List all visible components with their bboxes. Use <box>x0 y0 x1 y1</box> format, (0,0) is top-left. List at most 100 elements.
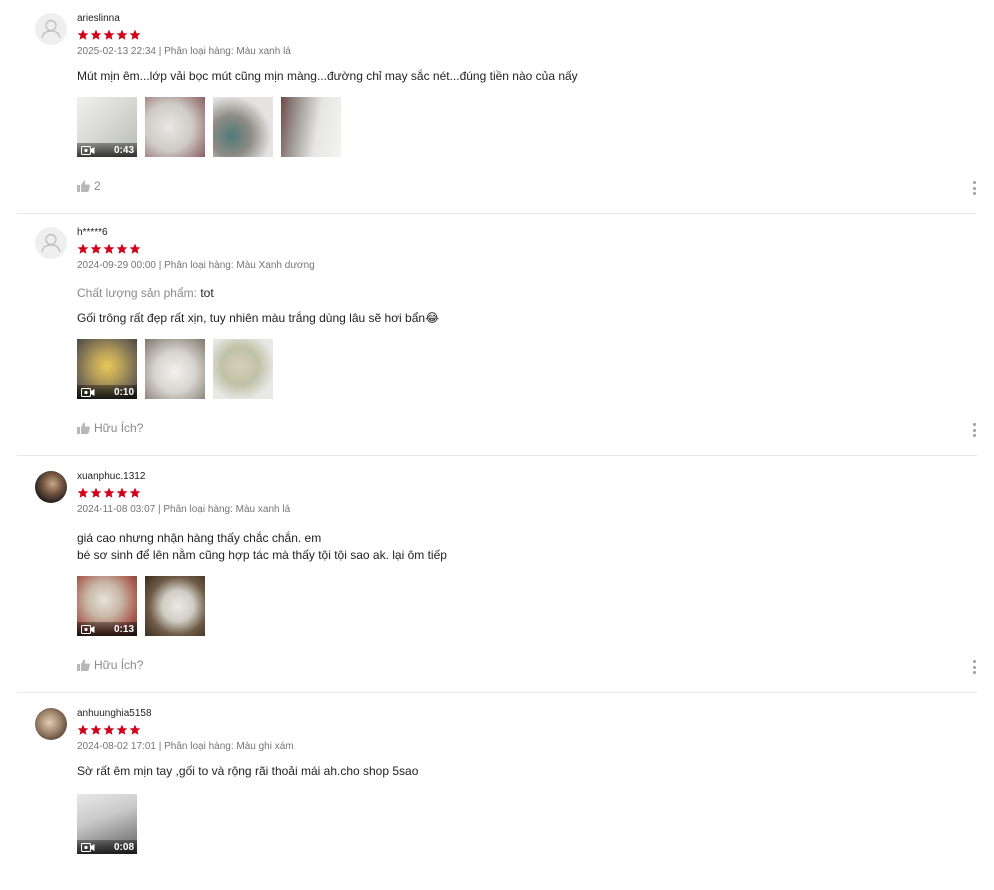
star-icon <box>116 724 128 735</box>
more-vertical-icon[interactable] <box>971 423 977 437</box>
review-photo-thumbnail[interactable] <box>213 339 273 399</box>
review-media: 0:13 <box>77 576 977 636</box>
star-icon <box>90 243 102 254</box>
review-video-thumbnail[interactable]: 0:10 <box>77 339 137 399</box>
review-photo-thumbnail[interactable] <box>145 576 205 636</box>
review-text-line: Sờ rất êm mịn tay ,gối to và rộng rãi th… <box>77 764 419 778</box>
star-icon <box>116 243 128 254</box>
thumbs-up-icon <box>77 659 90 671</box>
star-icon <box>90 487 102 498</box>
star-icon <box>103 487 115 498</box>
review-meta: 2024-11-08 03:07 | Phân loại hàng: Màu x… <box>77 504 291 515</box>
review-item: xuanphuc.1312 2024-11-08 03:07 | Phân lo… <box>17 456 977 693</box>
like-count: 2 <box>94 179 101 193</box>
star-rating <box>77 29 977 41</box>
star-icon <box>77 724 89 735</box>
review-media: 0:10 <box>77 339 977 399</box>
avatar[interactable] <box>35 471 67 503</box>
video-duration: 0:43 <box>113 144 134 156</box>
like-button[interactable]: 2 <box>77 179 101 193</box>
video-duration: 0:13 <box>113 623 134 635</box>
video-bar: 0:43 <box>77 143 137 157</box>
star-icon <box>129 487 141 498</box>
review-text-line: giá cao nhưng nhận hàng thấy chắc chắn. … <box>77 531 322 545</box>
review-body: arieslinna 2025-02-13 22:34 | Phân loại … <box>77 13 977 199</box>
star-icon <box>90 724 102 735</box>
review-photo-thumbnail[interactable] <box>145 339 205 399</box>
quality-value: tot <box>200 286 214 300</box>
review-item: arieslinna 2025-02-13 22:34 | Phân loại … <box>17 0 977 214</box>
review-photo-thumbnail[interactable] <box>213 97 273 157</box>
username[interactable]: anhuunghia5158 <box>77 708 977 720</box>
star-icon <box>77 243 89 254</box>
avatar[interactable] <box>35 708 67 740</box>
helpful-button[interactable]: Hữu Ích? <box>77 658 143 672</box>
review-body: anhuunghia5158 2024-08-02 17:01 | Phân l… <box>77 708 977 854</box>
review-meta: 2024-09-29 00:00 | Phân loại hàng: Màu X… <box>77 260 315 271</box>
review-meta: 2024-08-02 17:01 | Phân loại hàng: Màu g… <box>77 741 294 752</box>
video-duration: 0:08 <box>113 841 134 853</box>
helpful-label: Hữu Ích? <box>94 658 144 672</box>
video-camera-icon <box>81 624 95 634</box>
thumbs-up-icon <box>77 180 90 192</box>
review-video-thumbnail[interactable]: 0:13 <box>77 576 137 636</box>
review-photo-thumbnail[interactable] <box>281 97 341 157</box>
avatar[interactable] <box>35 13 67 45</box>
quality-label: Chất lượng sản phẩm: <box>77 286 197 300</box>
star-icon <box>103 29 115 40</box>
review-text: Mút mịn êm...lớp vải bọc mút cũng mịn mà… <box>77 68 977 85</box>
user-icon <box>41 19 61 39</box>
review-text: Gối trông rất đẹp rất xịn, tuy nhiên màu… <box>77 310 977 327</box>
product-quality-field: Chất lượng sản phẩm: tot <box>77 286 977 300</box>
video-bar: 0:13 <box>77 622 137 636</box>
star-icon <box>129 29 141 40</box>
review-text-line: Gối trông rất đẹp rất xịn, tuy nhiên màu… <box>77 311 440 325</box>
helpful-button[interactable]: Hữu Ích? <box>77 421 143 435</box>
review-video-thumbnail[interactable]: 0:08 <box>77 794 137 854</box>
username[interactable]: h*****6 <box>77 227 977 239</box>
star-rating <box>77 487 977 499</box>
star-icon <box>103 724 115 735</box>
review-video-thumbnail[interactable]: 0:43 <box>77 97 137 157</box>
star-icon <box>116 29 128 40</box>
review-item: h*****6 2024-09-29 00:00 | Phân loại hàn… <box>17 214 977 456</box>
username[interactable]: arieslinna <box>77 13 977 25</box>
star-icon <box>90 29 102 40</box>
review-text: giá cao nhưng nhận hàng thấy chắc chắn. … <box>77 530 977 564</box>
video-camera-icon <box>81 842 95 852</box>
avatar[interactable] <box>35 227 67 259</box>
video-camera-icon <box>81 387 95 397</box>
star-icon <box>77 487 89 498</box>
star-icon <box>129 243 141 254</box>
review-footer: Hữu Ích? <box>77 421 977 441</box>
review-body: xuanphuc.1312 2024-11-08 03:07 | Phân lo… <box>77 471 977 678</box>
review-item: anhuunghia5158 2024-08-02 17:01 | Phân l… <box>17 693 977 854</box>
star-icon <box>129 724 141 735</box>
video-camera-icon <box>81 145 95 155</box>
thumbs-up-icon <box>77 422 90 434</box>
star-icon <box>103 243 115 254</box>
review-list: arieslinna 2025-02-13 22:34 | Phân loại … <box>0 0 994 854</box>
review-meta: 2025-02-13 22:34 | Phân loại hàng: Màu x… <box>77 46 291 57</box>
review-photo-thumbnail[interactable] <box>145 97 205 157</box>
star-rating <box>77 724 977 736</box>
review-footer: Hữu Ích? <box>77 658 977 678</box>
video-duration: 0:10 <box>113 386 134 398</box>
review-body: h*****6 2024-09-29 00:00 | Phân loại hàn… <box>77 227 977 441</box>
helpful-label: Hữu Ích? <box>94 421 144 435</box>
review-media: 0:43 <box>77 97 977 157</box>
review-text-line: Mút mịn êm...lớp vải bọc mút cũng mịn mà… <box>77 69 578 83</box>
more-vertical-icon[interactable] <box>971 181 977 195</box>
star-rating <box>77 243 977 255</box>
review-media: 0:08 <box>77 794 977 854</box>
more-vertical-icon[interactable] <box>971 660 977 674</box>
review-footer: 2 <box>77 179 977 199</box>
user-icon <box>41 233 61 253</box>
star-icon <box>77 29 89 40</box>
review-text: Sờ rất êm mịn tay ,gối to và rộng rãi th… <box>77 763 977 780</box>
review-text-line: bé sơ sinh để lên nằm cũng hợp tác mà th… <box>77 548 447 562</box>
video-bar: 0:08 <box>77 840 137 854</box>
star-icon <box>116 487 128 498</box>
username[interactable]: xuanphuc.1312 <box>77 471 977 483</box>
video-bar: 0:10 <box>77 385 137 399</box>
